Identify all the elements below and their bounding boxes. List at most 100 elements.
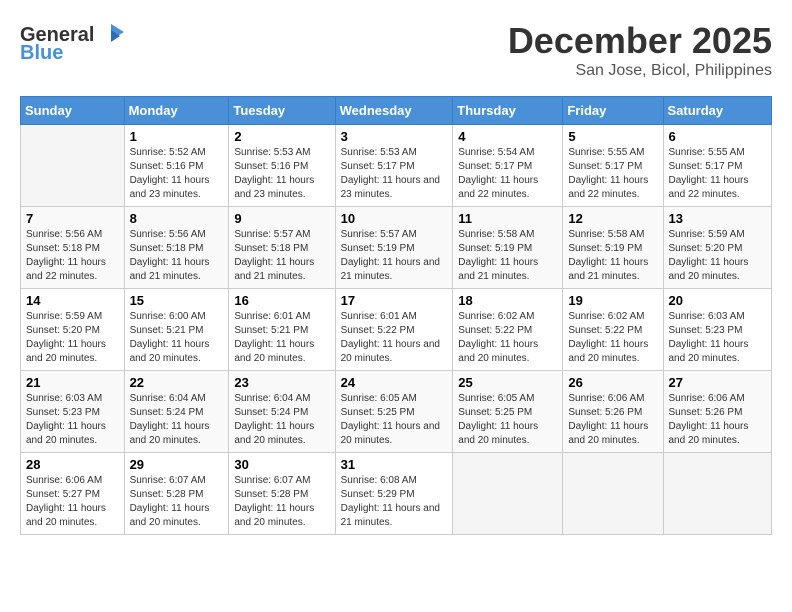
- table-row: 22 Sunrise: 6:04 AMSunset: 5:24 PMDaylig…: [124, 371, 229, 453]
- day-number: 8: [130, 211, 224, 226]
- logo-blue: Blue: [20, 42, 63, 65]
- day-info: Sunrise: 6:06 AMSunset: 5:27 PMDaylight:…: [26, 475, 106, 528]
- day-number: 29: [130, 457, 224, 472]
- day-info: Sunrise: 6:02 AMSunset: 5:22 PMDaylight:…: [458, 311, 538, 364]
- day-info: Sunrise: 5:58 AMSunset: 5:19 PMDaylight:…: [568, 229, 648, 282]
- calendar-subtitle: San Jose, Bicol, Philippines: [508, 62, 772, 80]
- day-info: Sunrise: 6:02 AMSunset: 5:22 PMDaylight:…: [568, 311, 648, 364]
- day-number: 30: [234, 457, 329, 472]
- day-info: Sunrise: 6:06 AMSunset: 5:26 PMDaylight:…: [669, 393, 749, 446]
- day-info: Sunrise: 5:59 AMSunset: 5:20 PMDaylight:…: [26, 311, 106, 364]
- day-info: Sunrise: 6:07 AMSunset: 5:28 PMDaylight:…: [130, 475, 210, 528]
- calendar-week-row: 7 Sunrise: 5:56 AMSunset: 5:18 PMDayligh…: [21, 207, 772, 289]
- day-number: 14: [26, 293, 119, 308]
- day-info: Sunrise: 6:03 AMSunset: 5:23 PMDaylight:…: [26, 393, 106, 446]
- table-row: 11 Sunrise: 5:58 AMSunset: 5:19 PMDaylig…: [453, 207, 563, 289]
- table-row: 29 Sunrise: 6:07 AMSunset: 5:28 PMDaylig…: [124, 453, 229, 535]
- logo: General Blue: [20, 20, 126, 65]
- day-info: Sunrise: 6:05 AMSunset: 5:25 PMDaylight:…: [341, 393, 440, 446]
- col-wednesday: Wednesday: [335, 97, 453, 125]
- calendar-week-row: 14 Sunrise: 5:59 AMSunset: 5:20 PMDaylig…: [21, 289, 772, 371]
- day-info: Sunrise: 5:56 AMSunset: 5:18 PMDaylight:…: [26, 229, 106, 282]
- day-number: 19: [568, 293, 657, 308]
- day-number: 26: [568, 375, 657, 390]
- day-number: 6: [669, 129, 767, 144]
- day-number: 1: [130, 129, 224, 144]
- day-info: Sunrise: 5:57 AMSunset: 5:18 PMDaylight:…: [234, 229, 314, 282]
- table-row: 4 Sunrise: 5:54 AMSunset: 5:17 PMDayligh…: [453, 125, 563, 207]
- day-number: 13: [669, 211, 767, 226]
- col-saturday: Saturday: [663, 97, 772, 125]
- day-number: 17: [341, 293, 448, 308]
- day-info: Sunrise: 5:58 AMSunset: 5:19 PMDaylight:…: [458, 229, 538, 282]
- table-row: 21 Sunrise: 6:03 AMSunset: 5:23 PMDaylig…: [21, 371, 125, 453]
- day-info: Sunrise: 6:06 AMSunset: 5:26 PMDaylight:…: [568, 393, 648, 446]
- col-monday: Monday: [124, 97, 229, 125]
- day-number: 2: [234, 129, 329, 144]
- title-section: December 2025 San Jose, Bicol, Philippin…: [508, 20, 772, 80]
- day-info: Sunrise: 6:04 AMSunset: 5:24 PMDaylight:…: [130, 393, 210, 446]
- day-info: Sunrise: 5:55 AMSunset: 5:17 PMDaylight:…: [669, 147, 749, 200]
- table-row: [663, 453, 772, 535]
- day-info: Sunrise: 6:00 AMSunset: 5:21 PMDaylight:…: [130, 311, 210, 364]
- day-number: 12: [568, 211, 657, 226]
- day-number: 9: [234, 211, 329, 226]
- day-info: Sunrise: 6:03 AMSunset: 5:23 PMDaylight:…: [669, 311, 749, 364]
- day-number: 28: [26, 457, 119, 472]
- table-row: 5 Sunrise: 5:55 AMSunset: 5:17 PMDayligh…: [563, 125, 663, 207]
- col-thursday: Thursday: [453, 97, 563, 125]
- table-row: 7 Sunrise: 5:56 AMSunset: 5:18 PMDayligh…: [21, 207, 125, 289]
- day-info: Sunrise: 5:52 AMSunset: 5:16 PMDaylight:…: [130, 147, 210, 200]
- day-number: 31: [341, 457, 448, 472]
- calendar-week-row: 1 Sunrise: 5:52 AMSunset: 5:16 PMDayligh…: [21, 125, 772, 207]
- table-row: 1 Sunrise: 5:52 AMSunset: 5:16 PMDayligh…: [124, 125, 229, 207]
- day-number: 3: [341, 129, 448, 144]
- day-number: 23: [234, 375, 329, 390]
- day-number: 27: [669, 375, 767, 390]
- day-number: 11: [458, 211, 557, 226]
- day-number: 18: [458, 293, 557, 308]
- calendar-title: December 2025: [508, 20, 772, 62]
- day-number: 20: [669, 293, 767, 308]
- table-row: 10 Sunrise: 5:57 AMSunset: 5:19 PMDaylig…: [335, 207, 453, 289]
- table-row: [453, 453, 563, 535]
- calendar-header-row: Sunday Monday Tuesday Wednesday Thursday…: [21, 97, 772, 125]
- table-row: 18 Sunrise: 6:02 AMSunset: 5:22 PMDaylig…: [453, 289, 563, 371]
- table-row: 8 Sunrise: 5:56 AMSunset: 5:18 PMDayligh…: [124, 207, 229, 289]
- day-info: Sunrise: 5:55 AMSunset: 5:17 PMDaylight:…: [568, 147, 648, 200]
- day-number: 16: [234, 293, 329, 308]
- table-row: [563, 453, 663, 535]
- table-row: 6 Sunrise: 5:55 AMSunset: 5:17 PMDayligh…: [663, 125, 772, 207]
- table-row: 14 Sunrise: 5:59 AMSunset: 5:20 PMDaylig…: [21, 289, 125, 371]
- table-row: 28 Sunrise: 6:06 AMSunset: 5:27 PMDaylig…: [21, 453, 125, 535]
- day-info: Sunrise: 5:53 AMSunset: 5:16 PMDaylight:…: [234, 147, 314, 200]
- day-number: 10: [341, 211, 448, 226]
- table-row: 23 Sunrise: 6:04 AMSunset: 5:24 PMDaylig…: [229, 371, 335, 453]
- table-row: 27 Sunrise: 6:06 AMSunset: 5:26 PMDaylig…: [663, 371, 772, 453]
- table-row: 2 Sunrise: 5:53 AMSunset: 5:16 PMDayligh…: [229, 125, 335, 207]
- table-row: 20 Sunrise: 6:03 AMSunset: 5:23 PMDaylig…: [663, 289, 772, 371]
- table-row: 3 Sunrise: 5:53 AMSunset: 5:17 PMDayligh…: [335, 125, 453, 207]
- day-number: 7: [26, 211, 119, 226]
- table-row: 16 Sunrise: 6:01 AMSunset: 5:21 PMDaylig…: [229, 289, 335, 371]
- day-number: 25: [458, 375, 557, 390]
- table-row: 15 Sunrise: 6:00 AMSunset: 5:21 PMDaylig…: [124, 289, 229, 371]
- page-header: General Blue December 2025 San Jose, Bic…: [20, 20, 772, 80]
- col-sunday: Sunday: [21, 97, 125, 125]
- day-info: Sunrise: 5:59 AMSunset: 5:20 PMDaylight:…: [669, 229, 749, 282]
- day-info: Sunrise: 6:01 AMSunset: 5:21 PMDaylight:…: [234, 311, 314, 364]
- table-row: 19 Sunrise: 6:02 AMSunset: 5:22 PMDaylig…: [563, 289, 663, 371]
- day-number: 21: [26, 375, 119, 390]
- day-info: Sunrise: 5:56 AMSunset: 5:18 PMDaylight:…: [130, 229, 210, 282]
- table-row: 26 Sunrise: 6:06 AMSunset: 5:26 PMDaylig…: [563, 371, 663, 453]
- day-info: Sunrise: 6:04 AMSunset: 5:24 PMDaylight:…: [234, 393, 314, 446]
- day-info: Sunrise: 5:53 AMSunset: 5:17 PMDaylight:…: [341, 147, 440, 200]
- col-tuesday: Tuesday: [229, 97, 335, 125]
- day-info: Sunrise: 5:54 AMSunset: 5:17 PMDaylight:…: [458, 147, 538, 200]
- day-number: 4: [458, 129, 557, 144]
- day-info: Sunrise: 6:08 AMSunset: 5:29 PMDaylight:…: [341, 475, 440, 528]
- logo-icon: [96, 20, 126, 50]
- table-row: 13 Sunrise: 5:59 AMSunset: 5:20 PMDaylig…: [663, 207, 772, 289]
- day-number: 15: [130, 293, 224, 308]
- day-info: Sunrise: 6:01 AMSunset: 5:22 PMDaylight:…: [341, 311, 440, 364]
